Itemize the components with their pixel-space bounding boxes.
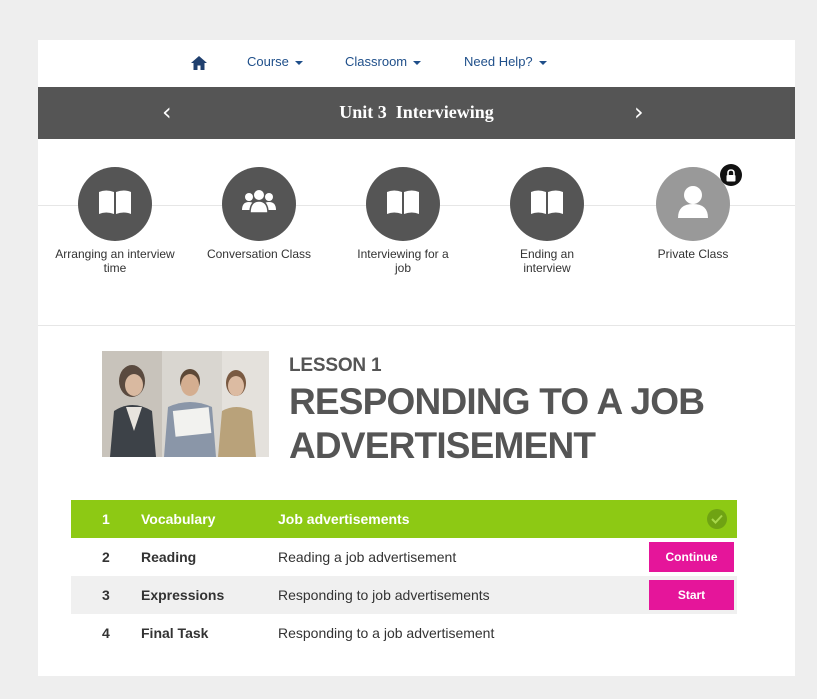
- step-description: Responding to a job advertisement: [278, 625, 495, 641]
- activity-ending-interview[interactable]: Ending an interview: [487, 167, 607, 275]
- section-divider: [38, 325, 795, 326]
- activity-circle: [656, 164, 742, 241]
- step-type: Reading: [141, 549, 197, 565]
- step-row-reading[interactable]: 2 Reading Reading a job advertisement Co…: [71, 538, 737, 576]
- lesson-title: RESPONDING TO A JOB ADVERTISEMENT: [289, 381, 705, 466]
- activity-row: Arranging an interview time Conversation…: [38, 139, 795, 325]
- lesson-number: LESSON 1: [289, 355, 382, 376]
- activity-circle: [222, 167, 296, 241]
- start-button[interactable]: Start: [649, 580, 734, 610]
- help-menu-label: Need Help?: [464, 54, 533, 69]
- activity-label: Interviewing for a job: [357, 247, 449, 275]
- step-number: 3: [102, 587, 110, 603]
- step-row-final-task[interactable]: 4 Final Task Responding to a job adverti…: [71, 614, 737, 652]
- check-icon: [707, 509, 727, 529]
- lock-icon: [720, 164, 742, 186]
- caret-down-icon: [294, 60, 303, 65]
- home-icon[interactable]: [190, 54, 208, 72]
- lesson-photo: [102, 351, 269, 457]
- classroom-menu-label: Classroom: [345, 54, 408, 69]
- activity-circle: [510, 167, 584, 241]
- activity-label: Ending an interview: [519, 247, 575, 275]
- step-type: Final Task: [141, 625, 209, 641]
- activity-arranging-interview[interactable]: Arranging an interview time: [55, 167, 175, 275]
- unit-bar: ‹ Unit 3 Interviewing ›: [38, 87, 795, 139]
- step-type: Vocabulary: [141, 511, 216, 527]
- caret-down-icon: [413, 60, 422, 65]
- step-row-expressions[interactable]: 3 Expressions Responding to job advertis…: [71, 576, 737, 614]
- activity-circle: [366, 167, 440, 241]
- step-description: Reading a job advertisement: [278, 549, 457, 565]
- chevron-right-icon[interactable]: ›: [634, 100, 644, 124]
- continue-button[interactable]: Continue: [649, 542, 734, 572]
- activity-label: Arranging an interview time: [55, 247, 175, 275]
- step-number: 4: [102, 625, 110, 641]
- book-icon: [385, 188, 421, 221]
- course-menu[interactable]: Course: [247, 54, 303, 69]
- step-description: Job advertisements: [278, 511, 410, 527]
- course-menu-label: Course: [247, 54, 289, 69]
- activity-circle: [78, 167, 152, 241]
- unit-title: Unit 3 Interviewing: [339, 102, 494, 122]
- caret-down-icon: [538, 60, 547, 65]
- step-number: 1: [102, 511, 110, 527]
- activity-label: Conversation Class: [206, 247, 312, 261]
- book-icon: [529, 188, 565, 221]
- group-icon: [239, 188, 279, 221]
- activity-private-class[interactable]: Private Class: [633, 164, 753, 261]
- top-navigation: Course Classroom Need Help?: [38, 40, 795, 87]
- step-type: Expressions: [141, 587, 225, 603]
- classroom-menu[interactable]: Classroom: [345, 54, 422, 69]
- help-menu[interactable]: Need Help?: [464, 54, 547, 69]
- lesson-steps: 1 Vocabulary Job advertisements 2 Readin…: [71, 500, 737, 652]
- book-icon: [97, 188, 133, 221]
- user-icon: [676, 184, 710, 225]
- activity-interviewing-for-job[interactable]: Interviewing for a job: [343, 167, 463, 275]
- activity-label: Private Class: [657, 247, 729, 261]
- step-description: Responding to job advertisements: [278, 587, 490, 603]
- step-row-vocabulary[interactable]: 1 Vocabulary Job advertisements: [71, 500, 737, 538]
- course-card: Course Classroom Need Help? ‹ Unit 3 Int…: [38, 40, 795, 676]
- activity-conversation-class[interactable]: Conversation Class: [199, 167, 319, 261]
- step-number: 2: [102, 549, 110, 565]
